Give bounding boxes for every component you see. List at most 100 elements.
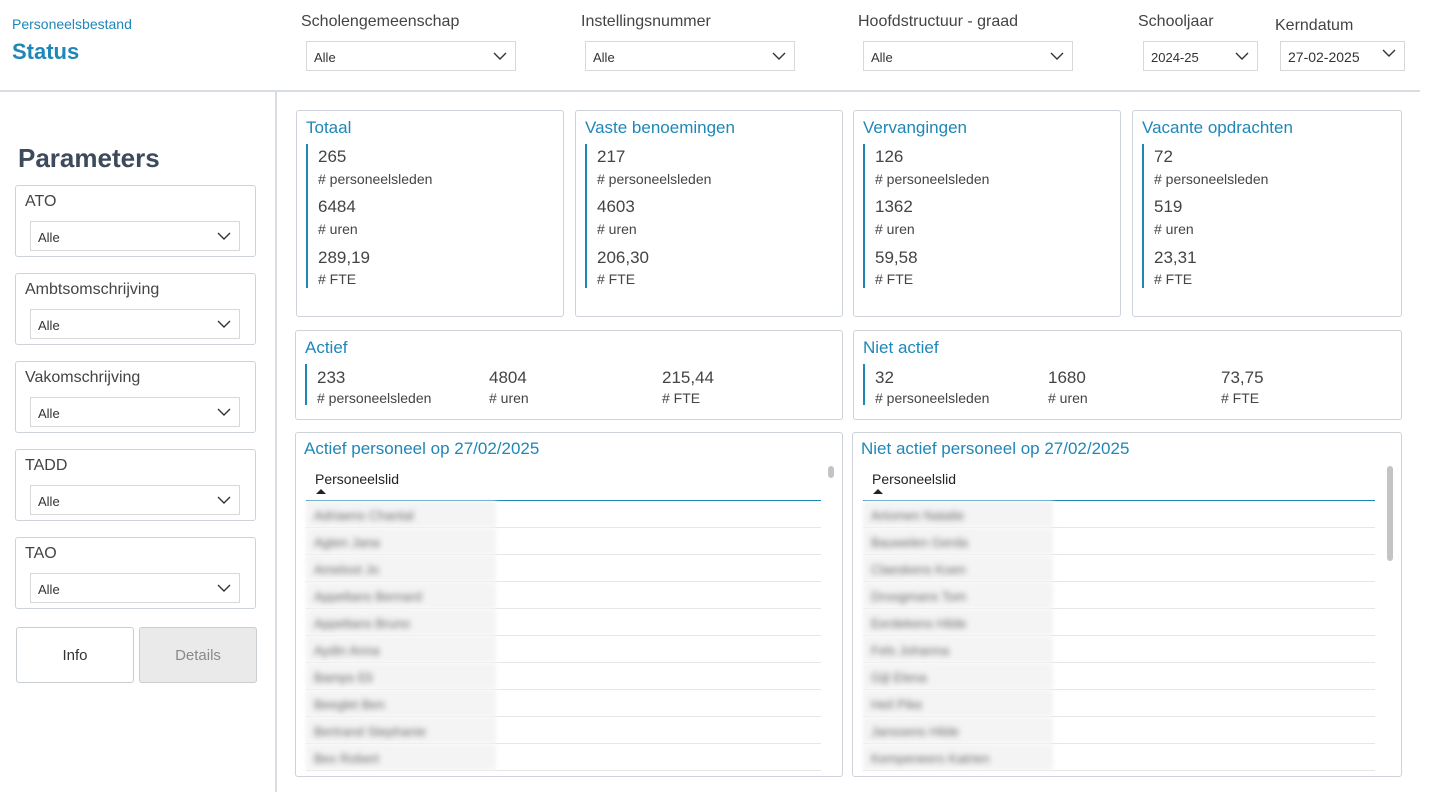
schooljaar-dropdown[interactable]: 2024-25: [1143, 41, 1258, 71]
kpi-card-vacante-opdrachten: Vacante opdrachten 72 # personeelsleden …: [1132, 110, 1402, 317]
table-row[interactable]: Janssens Hilde: [863, 717, 1375, 744]
kpi-uren-label: # uren: [1154, 221, 1194, 237]
status-fte-label: # FTE: [1221, 390, 1260, 406]
ambtsomschrijving-dropdown[interactable]: Alle: [30, 309, 240, 339]
tao-dropdown[interactable]: Alle: [30, 573, 240, 603]
kpi-uren-value: 6484: [318, 197, 356, 216]
table-row[interactable]: Gijl Elena: [863, 663, 1375, 690]
table-row[interactable]: Bamps Eli: [306, 663, 821, 690]
table-title: Niet actief personeel op 27/02/2025: [861, 439, 1130, 458]
kpi-fte-value: 59,58: [875, 248, 918, 267]
kpi-accent-bar: [863, 364, 865, 405]
details-button[interactable]: Details: [139, 627, 257, 683]
table-row[interactable]: Agten Jana: [306, 528, 821, 555]
kpi-fte-label: # FTE: [318, 271, 357, 287]
instellingsnummer-dropdown[interactable]: Alle: [585, 41, 795, 71]
kpi-accent-bar: [305, 364, 307, 405]
personeelslid-name: Kempeneers Katrien: [871, 751, 990, 766]
personeelslid-name: Fels Johanna: [871, 643, 950, 658]
column-header-personeelslid[interactable]: Personeelslid: [872, 471, 956, 487]
kpi-uren-label: # uren: [875, 221, 915, 237]
parameters-title: Parameters: [18, 143, 160, 173]
table-row[interactable]: Adriaens Chantal: [306, 501, 821, 528]
param-label: TADD: [25, 457, 68, 474]
dropdown-value: Alle: [38, 406, 60, 421]
chevron-down-icon: [1050, 49, 1064, 63]
personeelslid-name: Janssens Hilde: [871, 724, 960, 739]
personeelslid-name: Eerdekens Hilde: [871, 616, 967, 631]
scholengemeenschap-dropdown[interactable]: Alle: [306, 41, 516, 71]
kpi-uren-label: # uren: [318, 221, 358, 237]
param-card-ambtsomschrijving: Ambtsomschrijving Alle: [15, 273, 256, 345]
personeelslid-name: Appeltans Bruno: [314, 616, 411, 631]
param-label: Ambtsomschrijving: [25, 281, 160, 298]
personeelslid-name: Droogmans Tom: [871, 589, 967, 604]
chevron-down-icon: [217, 581, 231, 595]
kpi-personeelsleden-label: # personeelsleden: [875, 171, 990, 187]
chevron-down-icon: [772, 49, 786, 63]
personeelslid-name: Bertrand Stephanie: [314, 724, 427, 739]
personeelslid-name: Ameloot Jo: [314, 562, 380, 577]
table-row[interactable]: Bertrand Stephanie: [306, 717, 821, 744]
kpi-personeelsleden-value: 72: [1154, 147, 1173, 166]
table-row[interactable]: Beeglet Ben: [306, 690, 821, 717]
dropdown-value: Alle: [593, 50, 615, 65]
column-header-personeelslid[interactable]: Personeelslid: [315, 471, 399, 487]
kpi-fte-label: # FTE: [875, 271, 914, 287]
scrollbar-thumb[interactable]: [828, 466, 834, 478]
kpi-title: Vervangingen: [863, 118, 967, 137]
kpi-fte-label: # FTE: [597, 271, 636, 287]
status-title: Actief: [305, 338, 348, 357]
table-row[interactable]: Bex Robert: [306, 744, 821, 771]
vakomschrijving-dropdown[interactable]: Alle: [30, 397, 240, 427]
status-fte-label: # FTE: [662, 390, 701, 406]
personeelslid-name: Artomen Natalie: [871, 508, 965, 523]
personeelslid-name: Bamps Eli: [314, 670, 373, 685]
chevron-down-icon: [217, 493, 231, 507]
kpi-fte-label: # FTE: [1154, 271, 1193, 287]
status-uren-label: # uren: [1048, 390, 1088, 406]
chevron-down-icon: [493, 49, 507, 63]
table-row[interactable]: Claeskens Koen: [863, 555, 1375, 582]
kpi-card-vervangingen: Vervangingen 126 # personeelsleden 1362 …: [853, 110, 1121, 317]
kpi-accent-bar: [585, 144, 587, 288]
kpi-uren-value: 1362: [875, 197, 913, 216]
table-row[interactable]: Heil Pike: [863, 690, 1375, 717]
kpi-title: Totaal: [306, 118, 352, 137]
personeelslid-name: Gijl Elena: [871, 670, 927, 685]
hoofdstructuur-dropdown[interactable]: Alle: [863, 41, 1073, 71]
table-row[interactable]: Kempeneers Katrien: [863, 744, 1375, 771]
table-row[interactable]: Bauwelen Gerda: [863, 528, 1375, 555]
sidebar-divider: [275, 92, 277, 792]
status-uren-value: 4804: [489, 368, 527, 387]
table-row[interactable]: Appeltans Bruno: [306, 609, 821, 636]
page-title: Status: [12, 39, 80, 64]
scrollbar-thumb[interactable]: [1387, 466, 1393, 561]
tadd-dropdown[interactable]: Alle: [30, 485, 240, 515]
ato-dropdown[interactable]: Alle: [30, 221, 240, 251]
personeelslid-name: Bex Robert: [314, 751, 380, 766]
filter-label-hoofdstructuur: Hoofdstructuur - graad: [858, 13, 1019, 30]
kpi-personeelsleden-value: 217: [597, 147, 626, 166]
table-row[interactable]: Ameloot Jo: [306, 555, 821, 582]
status-uren-label: # uren: [489, 390, 529, 406]
table-row[interactable]: Appeltans Bernard: [306, 582, 821, 609]
kpi-personeelsleden-label: # personeelsleden: [1154, 171, 1269, 187]
kpi-personeelsleden-label: # personeelsleden: [318, 171, 433, 187]
table-row[interactable]: Aydin Anna: [306, 636, 821, 663]
info-button[interactable]: Info: [16, 627, 134, 683]
table-row[interactable]: Droogmans Tom: [863, 582, 1375, 609]
kerndatum-date-picker[interactable]: 27-02-2025: [1280, 41, 1405, 71]
kpi-accent-bar: [1142, 144, 1144, 288]
table-row[interactable]: Eerdekens Hilde: [863, 609, 1375, 636]
personeelslid-name: Claeskens Koen: [871, 562, 966, 577]
table-row[interactable]: Fels Johanna: [863, 636, 1375, 663]
dropdown-value: 27-02-2025: [1288, 49, 1360, 65]
table-actief-personeel: Actief personeel op 27/02/2025 Personeel…: [295, 432, 843, 777]
dropdown-value: Alle: [38, 230, 60, 245]
table-row[interactable]: Artomen Natalie: [863, 501, 1375, 528]
dropdown-value: Alle: [871, 50, 893, 65]
kpi-fte-value: 23,31: [1154, 248, 1197, 267]
personeelslid-name: Beeglet Ben: [314, 697, 385, 712]
personeelslid-name: Appeltans Bernard: [314, 589, 422, 604]
